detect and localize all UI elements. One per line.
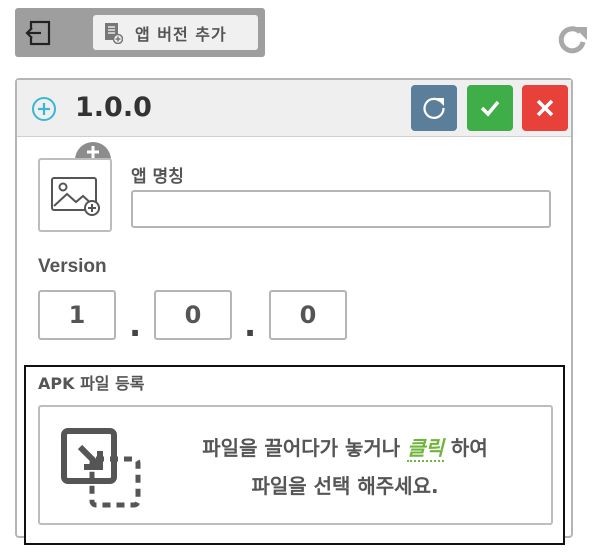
- close-icon: [536, 99, 554, 117]
- apk-drop-instructions: 파일을 끌어다가 놓거나 클릭 하여 파일을 선택 해주세요.: [150, 429, 540, 505]
- refresh-icon: [423, 97, 445, 119]
- card-header: 1.0.0: [17, 80, 571, 137]
- refresh-icon[interactable]: [554, 22, 590, 58]
- version-minor-input[interactable]: 0: [154, 290, 232, 340]
- app-name-label: 앱 명칭: [131, 167, 184, 187]
- back-button[interactable]: [24, 18, 54, 48]
- reset-button[interactable]: [411, 85, 457, 131]
- app-name-input[interactable]: [131, 190, 551, 228]
- file-drop-icon: [61, 428, 141, 508]
- check-icon: [480, 100, 500, 117]
- add-version-label: 앱 버전 추가: [135, 24, 227, 44]
- version-major-input[interactable]: 1: [38, 290, 116, 340]
- drop-text-line2: 파일을 선택 해주세요.: [251, 474, 439, 498]
- app-icon-upload[interactable]: [38, 158, 112, 232]
- confirm-button[interactable]: [467, 85, 513, 131]
- plus-icon: [87, 146, 99, 158]
- version-separator: .: [129, 306, 142, 344]
- version-separator: .: [244, 306, 257, 344]
- add-app-version-button[interactable]: 앱 버전 추가: [93, 15, 258, 50]
- plus-circle-icon: [32, 97, 56, 121]
- apk-upload-label: APK 파일 등록: [38, 374, 145, 393]
- click-to-select-link[interactable]: 클릭: [407, 436, 444, 462]
- apk-dropzone[interactable]: 파일을 끌어다가 놓거나 클릭 하여 파일을 선택 해주세요.: [38, 405, 553, 525]
- version-title: 1.0.0: [75, 92, 152, 123]
- version-patch-input[interactable]: 0: [269, 290, 347, 340]
- drop-text-before: 파일을 끌어다가 놓거나: [202, 436, 408, 460]
- top-toolbar: 앱 버전 추가: [15, 8, 265, 57]
- cancel-button[interactable]: [522, 85, 568, 131]
- exit-back-icon: [25, 20, 51, 46]
- drop-text-after: 하여: [443, 436, 488, 460]
- image-add-icon: [51, 177, 100, 216]
- document-add-icon: [105, 22, 123, 44]
- version-label: Version: [38, 256, 107, 277]
